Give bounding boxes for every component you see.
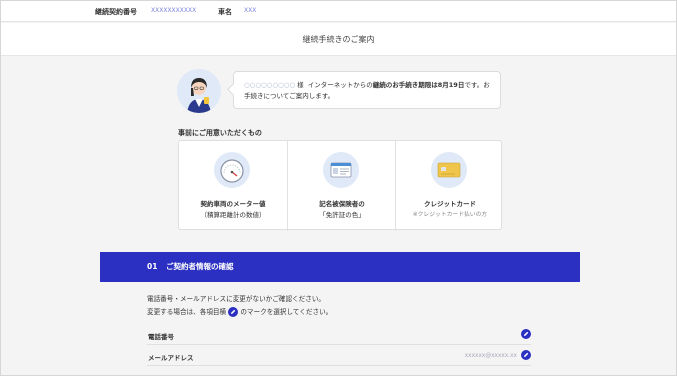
car-name-value: XXX bbox=[244, 7, 257, 14]
greeting-line1: ○○○○○○○○○ 様 インターネットからの継続のお手続き期限は8月19日です。… bbox=[244, 80, 490, 91]
section-number: 01 bbox=[147, 262, 158, 271]
edit-phone-button[interactable] bbox=[521, 329, 531, 339]
prep-item-license-line1: 記名被保険者の bbox=[319, 200, 365, 208]
section-note-2-after: のマークを選択してください。 bbox=[240, 308, 333, 316]
contract-number-value: XXXXXXXXXXX bbox=[151, 7, 197, 14]
license-card-icon bbox=[323, 152, 359, 188]
operator-illustration-icon bbox=[177, 69, 221, 113]
section-note-2-before: 変更する場合は、各項目横 bbox=[147, 308, 227, 316]
customer-name: ○○○○○○○○○ bbox=[244, 81, 296, 89]
edit-pencil-icon bbox=[228, 307, 239, 317]
email-row: メールアドレス xxxxxx@xxxxx.xx bbox=[147, 350, 531, 366]
credit-card-icon bbox=[431, 152, 467, 188]
prep-item-meter: 契約車両のメーター値 （積算距離計の数値） bbox=[179, 141, 287, 231]
greeting-text-after: です。お bbox=[464, 81, 490, 89]
speedometer-icon bbox=[214, 152, 250, 188]
header-bar: 継続契約番号 XXXXXXXXXXX 車名 XXX bbox=[1, 1, 676, 22]
prep-item-license: 記名被保険者の 「免許証の色」 bbox=[287, 141, 395, 231]
page-title: 継続手続きのご案内 bbox=[1, 23, 676, 56]
section-header: 01 ご契約者情報の確認 bbox=[100, 252, 580, 282]
operator-avatar bbox=[177, 69, 221, 113]
prep-item-meter-line1: 契約車両のメーター値 bbox=[200, 200, 266, 208]
section-title: ご契約者情報の確認 bbox=[166, 262, 234, 271]
email-value: xxxxxx@xxxxx.xx bbox=[464, 353, 517, 359]
greeting-text-before: インターネットからの bbox=[307, 81, 373, 89]
phone-row: 電話番号 bbox=[147, 329, 531, 345]
deadline-text: 継続のお手続き期限は8月19日 bbox=[372, 81, 465, 89]
section-note-2: 変更する場合は、各項目横 のマークを選択してください。 bbox=[147, 306, 332, 317]
car-name-label: 車名 bbox=[218, 8, 232, 16]
prep-item-credit-card: クレジットカード ※クレジットカード払いの方 bbox=[395, 141, 503, 231]
preparation-card: 契約車両のメーター値 （積算距離計の数値） 記名被保険者の 「免許証の色」 クレ… bbox=[178, 140, 503, 231]
preparation-title: 事前にご用意いただくもの bbox=[178, 129, 262, 137]
page-frame: 継続契約番号 XXXXXXXXXXX 車名 XXX 継続手続きのご案内 ○○○○… bbox=[0, 0, 677, 376]
greeting-bubble: ○○○○○○○○○ 様 インターネットからの継続のお手続き期限は8月19日です。… bbox=[233, 71, 501, 109]
greeting-line2: 手続きについてご案内します。 bbox=[244, 92, 335, 100]
section-note-1: 電話番号・メールアドレスに変更がないかご確認ください。 bbox=[147, 295, 326, 303]
edit-email-button[interactable] bbox=[521, 350, 531, 360]
prep-item-credit-card-line2: ※クレジットカード払いの方 bbox=[412, 212, 488, 218]
section-body: 電話番号・メールアドレスに変更がないかご確認ください。 変更する場合は、各項目横… bbox=[100, 282, 580, 375]
prep-item-meter-line2: （積算距離計の数値） bbox=[200, 211, 266, 219]
contract-number-label: 継続契約番号 bbox=[95, 8, 137, 16]
phone-label: 電話番号 bbox=[148, 333, 174, 341]
prep-item-credit-card-line1: クレジットカード bbox=[424, 200, 476, 208]
prep-item-license-line2: 「免許証の色」 bbox=[319, 211, 365, 219]
honorific: 様 bbox=[297, 81, 304, 89]
email-label: メールアドレス bbox=[148, 354, 194, 362]
